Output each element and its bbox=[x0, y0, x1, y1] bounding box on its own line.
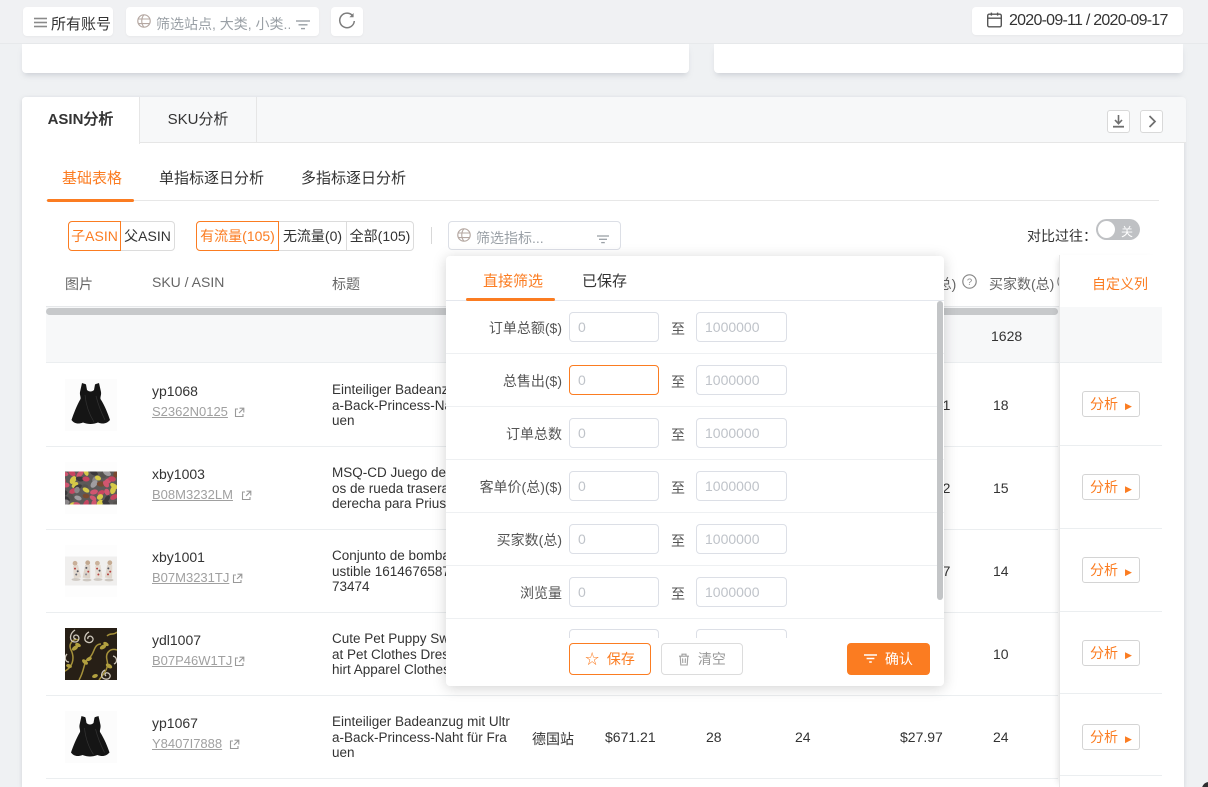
svg-text:?: ? bbox=[967, 277, 972, 288]
